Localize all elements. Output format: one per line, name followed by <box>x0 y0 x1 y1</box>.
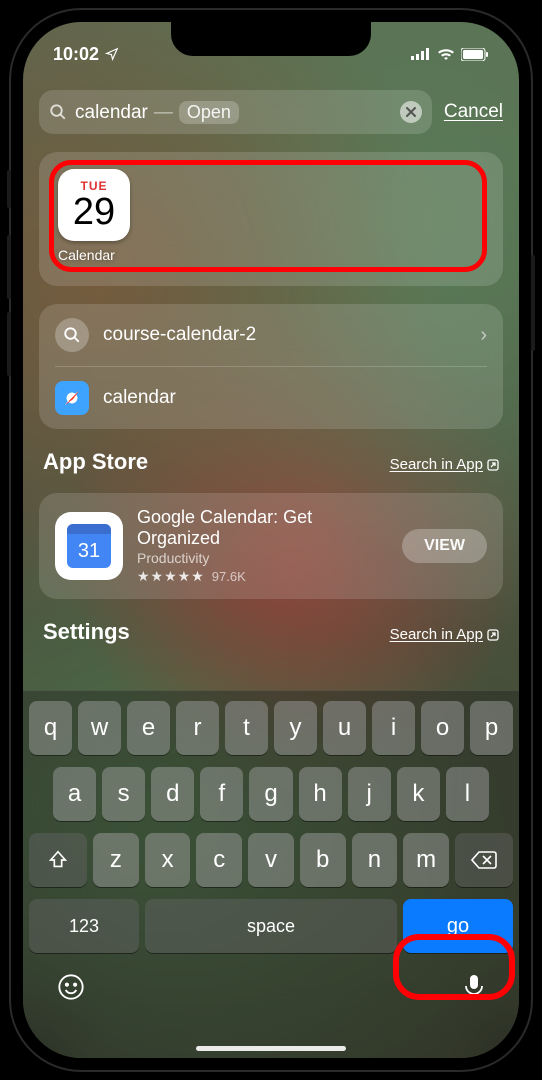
status-time: 10:02 <box>53 44 99 65</box>
search-hint-dash: — <box>154 102 173 124</box>
open-icon <box>487 629 499 641</box>
search-field[interactable]: calendar — Open <box>39 90 432 134</box>
key-q[interactable]: q <box>29 701 72 755</box>
key-a[interactable]: a <box>53 767 96 821</box>
shift-key[interactable] <box>29 833 87 887</box>
suggestion-row-search[interactable]: course-calendar-2 › <box>55 304 487 366</box>
appstore-result-title: Google Calendar: Get Organized <box>137 507 388 548</box>
key-g[interactable]: g <box>249 767 292 821</box>
key-m[interactable]: m <box>403 833 449 887</box>
settings-heading: Settings <box>43 619 130 645</box>
shift-icon <box>47 849 69 871</box>
key-d[interactable]: d <box>151 767 194 821</box>
view-button[interactable]: VIEW <box>402 529 487 563</box>
key-r[interactable]: r <box>176 701 219 755</box>
search-query: calendar <box>75 102 148 124</box>
key-k[interactable]: k <box>397 767 440 821</box>
keyboard-footer <box>29 965 513 1008</box>
calendar-app-icon: TUE 29 <box>58 169 130 241</box>
notch <box>171 22 371 56</box>
google-calendar-icon: 31 <box>55 512 123 580</box>
key-n[interactable]: n <box>352 833 398 887</box>
suggestion-label: course-calendar-2 <box>103 324 466 346</box>
key-t[interactable]: t <box>225 701 268 755</box>
suggestions-card: course-calendar-2 › calendar <box>39 304 503 429</box>
suggestion-label: calendar <box>103 387 487 409</box>
appstore-result-subtitle: Productivity <box>137 550 388 566</box>
annotation-highlight-app: TUE 29 Calendar <box>49 160 487 272</box>
key-h[interactable]: h <box>299 767 342 821</box>
numbers-key[interactable]: 123 <box>29 899 139 953</box>
key-s[interactable]: s <box>102 767 145 821</box>
key-z[interactable]: z <box>93 833 139 887</box>
mute-switch[interactable] <box>7 170 11 208</box>
keyboard-row-bottom: 123 space go <box>29 899 513 953</box>
backspace-icon <box>471 850 497 870</box>
key-c[interactable]: c <box>196 833 242 887</box>
volume-up-button[interactable] <box>7 235 11 299</box>
key-u[interactable]: u <box>323 701 366 755</box>
keyboard: qwertyuiop asdfghjkl zxcvbnm 123 space g… <box>23 690 519 1058</box>
cellular-icon <box>411 48 431 60</box>
keyboard-row-3: zxcvbnm <box>29 833 513 887</box>
appstore-search-in-app[interactable]: Search in App <box>390 456 499 473</box>
cancel-button[interactable]: Cancel <box>444 101 503 123</box>
backspace-key[interactable] <box>455 833 513 887</box>
emoji-key[interactable] <box>57 973 85 1008</box>
keyboard-row-1: qwertyuiop <box>29 701 513 755</box>
section-header-appstore: App Store Search in App <box>39 449 503 475</box>
calendar-app-result[interactable]: TUE 29 Calendar <box>58 169 148 263</box>
key-b[interactable]: b <box>300 833 346 887</box>
key-x[interactable]: x <box>145 833 191 887</box>
close-icon <box>406 107 416 117</box>
settings-search-in-app[interactable]: Search in App <box>390 626 499 643</box>
clear-search-button[interactable] <box>400 101 422 123</box>
key-o[interactable]: o <box>421 701 464 755</box>
go-key[interactable]: go <box>403 899 513 953</box>
appstore-heading: App Store <box>43 449 148 475</box>
app-result-card: TUE 29 Calendar <box>39 152 503 286</box>
search-suggestion-icon <box>55 318 89 352</box>
phone-frame: 10:02 calendar — Open <box>11 10 531 1070</box>
search-row: calendar — Open Cancel <box>39 90 503 134</box>
calendar-day-number: 29 <box>73 193 115 231</box>
key-j[interactable]: j <box>348 767 391 821</box>
calendar-app-label: Calendar <box>58 247 115 263</box>
screen: 10:02 calendar — Open <box>23 22 519 1058</box>
key-e[interactable]: e <box>127 701 170 755</box>
mic-icon <box>463 973 485 1001</box>
key-w[interactable]: w <box>78 701 121 755</box>
key-i[interactable]: i <box>372 701 415 755</box>
wifi-icon <box>437 48 455 61</box>
rating-count: 97.6K <box>212 569 246 584</box>
space-key[interactable]: space <box>145 899 397 953</box>
key-v[interactable]: v <box>248 833 294 887</box>
key-y[interactable]: y <box>274 701 317 755</box>
emoji-icon <box>57 973 85 1001</box>
battery-icon <box>461 48 489 61</box>
search-hint-action[interactable]: Open <box>179 101 239 124</box>
safari-icon <box>55 381 89 415</box>
key-f[interactable]: f <box>200 767 243 821</box>
rating-row: ★★★★★★ 97.6K <box>137 568 388 585</box>
section-header-settings: Settings Search in App <box>39 619 503 645</box>
key-l[interactable]: l <box>446 767 489 821</box>
open-icon <box>487 459 499 471</box>
appstore-result-card[interactable]: 31 Google Calendar: Get Organized Produc… <box>39 493 503 599</box>
volume-down-button[interactable] <box>7 312 11 376</box>
location-icon <box>105 47 119 61</box>
keyboard-row-2: asdfghjkl <box>29 767 513 821</box>
chevron-right-icon: › <box>480 324 487 347</box>
key-p[interactable]: p <box>470 701 513 755</box>
dictation-key[interactable] <box>463 973 485 1008</box>
search-icon <box>49 103 67 121</box>
power-button[interactable] <box>531 255 535 351</box>
star-rating: ★★★★★★ <box>137 568 204 585</box>
suggestion-row-safari[interactable]: calendar <box>55 366 487 429</box>
home-indicator[interactable] <box>196 1046 346 1051</box>
